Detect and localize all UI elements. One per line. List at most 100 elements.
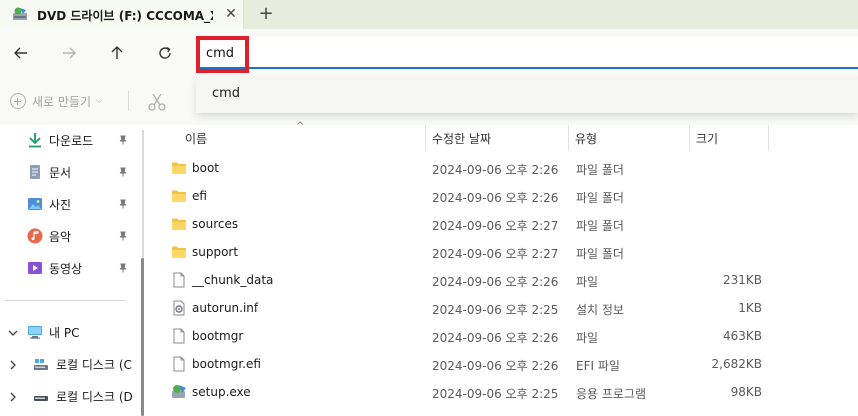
file-type: 파일 폴더 bbox=[576, 219, 624, 233]
file-date: 2024-09-06 오후 2:25 bbox=[432, 387, 559, 401]
pin-icon[interactable] bbox=[118, 231, 128, 241]
file-date: 2024-09-06 오후 2:27 bbox=[432, 219, 559, 233]
sidebar-item-documents[interactable]: 문서 bbox=[0, 159, 140, 185]
file-date: 2024-09-06 오후 2:26 bbox=[432, 163, 559, 177]
refresh-button[interactable] bbox=[152, 41, 178, 65]
back-button[interactable] bbox=[8, 41, 34, 65]
file-date: 2024-09-06 오후 2:26 bbox=[432, 275, 559, 289]
column-header-date[interactable]: 수정한 날짜 bbox=[426, 125, 568, 151]
up-button[interactable] bbox=[104, 41, 130, 65]
new-button-label: 새로 만들기 bbox=[32, 94, 92, 109]
file-icon bbox=[173, 356, 185, 372]
cut-icon[interactable] bbox=[146, 91, 168, 113]
file-name: autorun.inf bbox=[192, 301, 259, 315]
picture-icon bbox=[28, 198, 42, 210]
pin-icon[interactable] bbox=[118, 167, 128, 177]
suggestion-item[interactable]: cmd bbox=[212, 86, 240, 101]
table-row[interactable]: bootmgr.efi 2024-09-06 오후 2:26 EFI 파일 2,682… bbox=[148, 350, 858, 378]
sidebar-item-local-disk-c[interactable]: 로컬 디스크 (C bbox=[0, 351, 140, 377]
column-divider[interactable] bbox=[768, 125, 769, 151]
new-tab-button[interactable]: + bbox=[256, 4, 276, 24]
table-row[interactable]: __chunk_data 2024-09-06 오후 2:26 파일 231KB bbox=[148, 266, 858, 294]
sidebar-item-this-pc[interactable]: 내 PC bbox=[0, 319, 140, 345]
sidebar-item-label: 동영상 bbox=[49, 262, 83, 276]
sidebar-divider bbox=[5, 300, 125, 301]
file-type: EFI 파일 bbox=[576, 359, 620, 373]
sidebar-item-label: 로컬 디스크 (C bbox=[56, 358, 132, 372]
table-row[interactable]: boot 2024-09-06 오후 2:26 파일 폴더 bbox=[148, 154, 858, 182]
toolbar-divider bbox=[128, 91, 129, 111]
tab-dvd-drive[interactable]: DVD 드라이브 (F:) CCCOMA_X ✕ bbox=[0, 0, 244, 29]
table-row[interactable]: bootmgr 2024-09-06 오후 2:26 파일 463KB bbox=[148, 322, 858, 350]
file-icon bbox=[173, 328, 185, 344]
table-row[interactable]: support 2024-09-06 오후 2:27 파일 폴더 bbox=[148, 238, 858, 266]
column-header-size[interactable]: 크기 bbox=[690, 125, 770, 151]
pin-icon[interactable] bbox=[118, 199, 128, 209]
setup-info-icon bbox=[173, 300, 185, 316]
setup-exe-icon bbox=[172, 385, 186, 398]
forward-button[interactable] bbox=[56, 41, 82, 65]
close-tab-icon[interactable]: ✕ bbox=[222, 5, 240, 23]
file-type: 파일 bbox=[576, 331, 599, 345]
new-button[interactable]: 새로 만들기 ⌵ bbox=[10, 91, 103, 111]
file-name: bootmgr bbox=[192, 329, 244, 343]
column-header-name[interactable]: 이름 bbox=[148, 125, 426, 151]
file-type: 파일 폴더 bbox=[576, 247, 624, 261]
file-date: 2024-09-06 오후 2:27 bbox=[432, 247, 559, 261]
file-type: 설치 정보 bbox=[576, 303, 624, 317]
video-icon bbox=[28, 262, 42, 274]
file-name: boot bbox=[192, 161, 220, 175]
sidebar-item-downloads[interactable]: 다운로드 bbox=[0, 127, 140, 153]
folder-icon bbox=[172, 246, 186, 258]
table-row[interactable]: efi 2024-09-06 오후 2:26 파일 폴더 bbox=[148, 182, 858, 210]
file-type: 응용 프로그램 bbox=[576, 387, 647, 401]
table-row[interactable]: sources 2024-09-06 오후 2:27 파일 폴더 bbox=[148, 210, 858, 238]
address-suggestions: cmd bbox=[196, 77, 858, 113]
address-input[interactable] bbox=[206, 43, 806, 63]
column-header-type[interactable]: 유형 bbox=[569, 125, 689, 151]
file-name: bootmgr.efi bbox=[192, 357, 261, 371]
sidebar-item-videos[interactable]: 동영상 bbox=[0, 255, 140, 281]
folder-icon bbox=[172, 218, 186, 230]
file-size: 98KB bbox=[730, 385, 762, 399]
pin-icon[interactable] bbox=[118, 263, 128, 273]
sidebar-scrollbar-thumb[interactable] bbox=[141, 258, 144, 416]
pin-icon[interactable] bbox=[118, 135, 128, 145]
navigation-pane: 다운로드 문서 사진 음악 동영상 내 PC 로컬 디스크 (C 로컬 디스크 … bbox=[0, 125, 140, 416]
refresh-icon bbox=[159, 46, 171, 59]
local-disk-icon bbox=[34, 359, 48, 370]
sidebar-item-local-disk-d[interactable]: 로컬 디스크 (D bbox=[0, 383, 140, 409]
music-icon bbox=[27, 228, 43, 244]
download-icon bbox=[29, 133, 41, 148]
file-date: 2024-09-06 오후 2:26 bbox=[432, 191, 559, 205]
sidebar-item-label: 다운로드 bbox=[49, 134, 94, 148]
file-type: 파일 폴더 bbox=[576, 163, 624, 177]
file-name: setup.exe bbox=[192, 385, 251, 399]
local-disk-icon bbox=[34, 396, 48, 401]
file-date: 2024-09-06 오후 2:26 bbox=[432, 331, 559, 345]
sidebar-item-label: 음악 bbox=[49, 230, 72, 244]
pc-icon bbox=[28, 326, 42, 339]
folder-icon bbox=[172, 190, 186, 202]
table-row[interactable]: autorun.inf 2024-09-06 오후 2:25 설치 정보 1KB bbox=[148, 294, 858, 322]
chevron-right-icon[interactable] bbox=[8, 392, 18, 402]
chevron-down-icon: ⌵ bbox=[96, 96, 103, 106]
document-icon bbox=[30, 165, 40, 179]
chevron-right-icon[interactable] bbox=[8, 360, 18, 370]
file-type: 파일 폴더 bbox=[576, 191, 624, 205]
sidebar-item-label: 내 PC bbox=[49, 326, 80, 340]
address-bar[interactable] bbox=[196, 37, 858, 69]
file-name: efi bbox=[192, 189, 207, 203]
table-row[interactable]: setup.exe 2024-09-06 오후 2:25 응용 프로그램 98KB bbox=[148, 378, 858, 406]
file-name: support bbox=[192, 245, 239, 259]
folder-icon bbox=[172, 162, 186, 174]
chevron-down-icon[interactable] bbox=[8, 328, 18, 338]
file-name: sources bbox=[192, 217, 239, 231]
file-size: 2,682KB bbox=[711, 357, 762, 371]
sidebar-item-label: 사진 bbox=[49, 198, 72, 212]
sidebar-item-label: 로컬 디스크 (D bbox=[56, 390, 133, 404]
dvd-drive-icon bbox=[13, 7, 27, 20]
sidebar-item-pictures[interactable]: 사진 bbox=[0, 191, 140, 217]
sidebar-item-music[interactable]: 음악 bbox=[0, 223, 140, 249]
arrow-right-icon bbox=[63, 47, 76, 59]
